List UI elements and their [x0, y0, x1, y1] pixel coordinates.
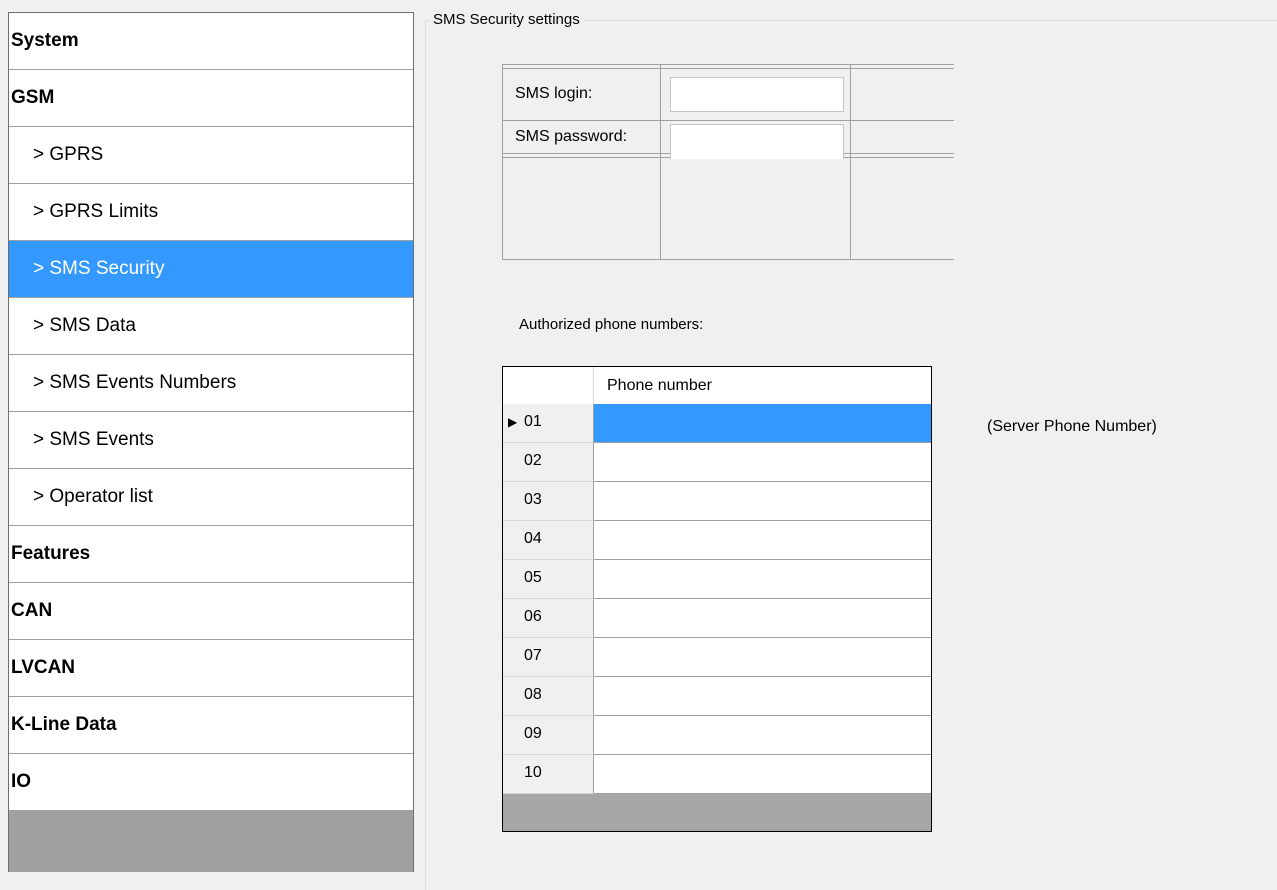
table-row: 06 — [503, 599, 931, 638]
phone-number-cell[interactable] — [594, 521, 931, 560]
phone-number-cell[interactable] — [594, 560, 931, 599]
table-border — [660, 64, 661, 260]
table-row: 02 — [503, 443, 931, 482]
row-index: 10 — [524, 764, 542, 781]
row-header[interactable]: 06 — [503, 599, 594, 638]
sidebar-item-label: CAN — [11, 600, 53, 621]
phone-number-cell[interactable] — [594, 443, 931, 482]
sidebar-item-sms-events[interactable]: > SMS Events — [9, 412, 413, 469]
row-header[interactable]: 04 — [503, 521, 594, 560]
row-header[interactable]: 02 — [503, 443, 594, 482]
sidebar-item-sms-security[interactable]: > SMS Security — [9, 241, 413, 298]
phone-number-cell[interactable] — [594, 677, 931, 716]
row-header[interactable]: 08 — [503, 677, 594, 716]
sidebar-item-label: GSM — [11, 87, 55, 108]
sidebar-item-gsm[interactable]: GSM — [9, 70, 413, 127]
table-row: 09 — [503, 716, 931, 755]
row-header[interactable]: 09 — [503, 716, 594, 755]
sidebar-item-label: > GPRS — [33, 144, 104, 165]
authorized-numbers-label: Authorized phone numbers: — [519, 316, 704, 333]
row-header[interactable]: 05 — [503, 560, 594, 599]
sidebar-item-label: Features — [11, 543, 91, 564]
sidebar-item-gprs[interactable]: > GPRS — [9, 127, 413, 184]
sms-password-field[interactable] — [670, 124, 844, 159]
table-row: 07 — [503, 638, 931, 677]
table-row: ▶ 01 — [503, 404, 931, 443]
current-row-icon: ▶ — [508, 415, 518, 429]
table-row: 04 — [503, 521, 931, 560]
group-box-title: SMS Security settings — [429, 10, 584, 30]
sidebar-item-k-line-data[interactable]: K-Line Data — [9, 697, 413, 754]
sidebar-item-label: > Operator list — [33, 486, 153, 507]
table-row: 05 — [503, 560, 931, 599]
table-border — [502, 64, 503, 260]
row-index: 01 — [524, 413, 542, 430]
row-header[interactable]: ▶ 01 — [503, 404, 594, 443]
sms-login-label: SMS login: — [515, 85, 593, 102]
row-index: 03 — [524, 491, 542, 508]
sidebar-nav: System GSM > GPRS > GPRS Limits > SMS Se… — [8, 12, 414, 872]
table-border — [502, 64, 954, 65]
sidebar-item-label: > SMS Data — [33, 315, 136, 336]
server-phone-number-note: (Server Phone Number) — [987, 418, 1157, 435]
table-row: 08 — [503, 677, 931, 716]
sidebar-item-io[interactable]: IO — [9, 754, 413, 811]
row-index: 06 — [524, 608, 542, 625]
sidebar-item-label: LVCAN — [11, 657, 76, 678]
row-header[interactable]: 10 — [503, 755, 594, 794]
sidebar-item-label: > SMS Security — [33, 258, 165, 279]
sidebar-item-label: K-Line Data — [11, 714, 117, 735]
sidebar-item-system[interactable]: System — [9, 13, 413, 70]
grid-header-corner[interactable] — [503, 367, 594, 404]
sidebar-item-label: > GPRS Limits — [33, 201, 159, 222]
phone-number-cell[interactable] — [594, 599, 931, 638]
phone-number-cell[interactable] — [594, 482, 931, 521]
sidebar-item-gprs-limits[interactable]: > GPRS Limits — [9, 184, 413, 241]
row-index: 09 — [524, 725, 542, 742]
sidebar-item-can[interactable]: CAN — [9, 583, 413, 640]
sidebar-item-sms-data[interactable]: > SMS Data — [9, 298, 413, 355]
table-row: 03 — [503, 482, 931, 521]
row-index: 08 — [524, 686, 542, 703]
sidebar-item-label: > SMS Events Numbers — [33, 372, 237, 393]
sms-password-label: SMS password: — [515, 128, 628, 145]
phone-number-cell[interactable] — [594, 716, 931, 755]
row-index: 07 — [524, 647, 542, 664]
row-header[interactable]: 07 — [503, 638, 594, 677]
phone-number-cell[interactable] — [594, 638, 931, 677]
phone-number-cell[interactable] — [594, 404, 931, 443]
sidebar-item-label: > SMS Events — [33, 429, 154, 450]
phone-number-cell[interactable] — [594, 755, 931, 794]
sms-login-field[interactable] — [670, 77, 844, 112]
table-border — [502, 68, 954, 69]
login-table: SMS login: SMS password: — [502, 64, 954, 260]
sidebar-item-features[interactable]: Features — [9, 526, 413, 583]
table-border — [850, 64, 851, 260]
table-row: 10 — [503, 755, 931, 794]
phone-number-column-header[interactable]: Phone number — [607, 377, 712, 395]
row-index: 02 — [524, 452, 542, 469]
sidebar-item-sms-events-numbers[interactable]: > SMS Events Numbers — [9, 355, 413, 412]
sidebar-item-lvcan[interactable]: LVCAN — [9, 640, 413, 697]
row-index: 05 — [524, 569, 542, 586]
phone-numbers-grid: Phone number ▶ 01 02 03 04 05 06 07 08 0… — [502, 366, 932, 832]
row-index: 04 — [524, 530, 542, 547]
row-header[interactable]: 03 — [503, 482, 594, 521]
table-border — [502, 259, 954, 260]
table-border — [502, 120, 954, 121]
grid-header: Phone number — [503, 367, 931, 405]
sidebar-item-operator-list[interactable]: > Operator list — [9, 469, 413, 526]
sidebar-item-label: IO — [11, 771, 32, 792]
sidebar-item-label: System — [11, 30, 79, 51]
